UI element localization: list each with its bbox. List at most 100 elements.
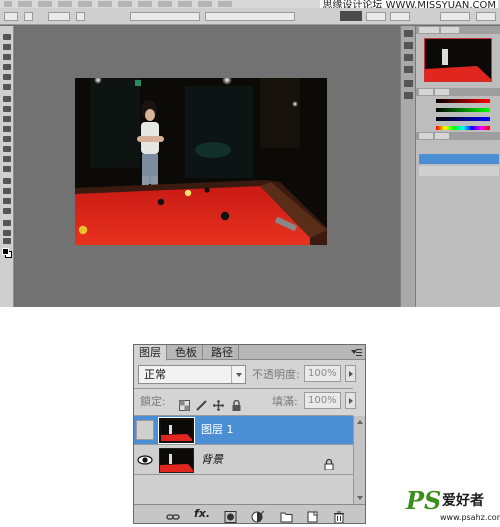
scroll-down-icon[interactable] xyxy=(357,496,363,500)
channels-tab-mini[interactable] xyxy=(435,133,449,139)
eyedropper-tool-icon[interactable] xyxy=(3,84,11,90)
layer-row-layer-1[interactable]: 图层 1 xyxy=(134,416,353,445)
root: 思缘设计论坛 WWW.MISSYUAN.COM 图层 色板 路径 正常 不透明度… xyxy=(0,0,500,527)
background-layer-mini[interactable] xyxy=(419,166,499,176)
layers-tabs-mini xyxy=(416,132,500,140)
distribute-buttons[interactable] xyxy=(205,12,295,21)
eye-icon[interactable] xyxy=(136,450,154,470)
site-watermark: PS 爱好者 www.psahz.com xyxy=(404,487,500,527)
3d-rotate-tool-icon[interactable] xyxy=(3,220,11,226)
group-folder-icon[interactable] xyxy=(280,508,294,523)
blend-mode-value: 正常 xyxy=(144,368,166,381)
fx-icon[interactable]: fx. xyxy=(194,508,214,520)
history-panel-icon[interactable] xyxy=(404,30,413,37)
visibility-toggle-empty[interactable] xyxy=(136,420,154,440)
layers-scrollbar[interactable] xyxy=(353,416,365,504)
mask-icon[interactable] xyxy=(224,508,238,523)
link-icon[interactable] xyxy=(166,508,180,520)
blue-slider[interactable] xyxy=(436,117,490,121)
divider xyxy=(134,388,353,389)
lock-pixels-icon[interactable] xyxy=(196,396,207,411)
trash-icon[interactable] xyxy=(332,508,346,524)
new-layer-icon[interactable] xyxy=(306,508,320,523)
history-brush-icon[interactable] xyxy=(3,126,11,132)
workspace-essentials-button[interactable] xyxy=(340,11,362,21)
navigator-tabs xyxy=(416,26,500,34)
swatches-tab[interactable] xyxy=(435,89,449,95)
hand-tool-icon[interactable] xyxy=(3,230,11,236)
lock-icon xyxy=(324,455,334,471)
green-slider[interactable] xyxy=(436,108,490,112)
tab-paths[interactable]: 路径 xyxy=(206,345,239,360)
layers-list: 图层 1 背景 xyxy=(134,416,353,504)
actions-panel-icon[interactable] xyxy=(404,42,413,49)
blend-mode-select[interactable]: 正常 xyxy=(138,365,246,384)
gradient-tool-icon[interactable] xyxy=(3,146,11,152)
opacity-input[interactable]: 100% xyxy=(304,365,341,382)
crop-tool-icon[interactable] xyxy=(3,74,11,80)
panel-menu-icon[interactable] xyxy=(351,348,362,357)
lock-label: 鎖定: xyxy=(140,395,166,408)
pen-tool-icon[interactable] xyxy=(3,178,11,184)
show-transform-checkbox[interactable] xyxy=(76,12,85,21)
workspace-design-button[interactable] xyxy=(366,12,386,21)
adjustment-icon[interactable] xyxy=(251,508,265,523)
clone-tool-icon[interactable] xyxy=(3,116,11,122)
layer-name[interactable]: 背景 xyxy=(201,453,223,467)
dodge-tool-icon[interactable] xyxy=(3,166,11,172)
navigator-preview[interactable] xyxy=(424,38,492,82)
layer-row-background[interactable]: 背景 xyxy=(134,446,353,475)
chevron-down-icon xyxy=(231,366,245,383)
path-select-tool-icon[interactable] xyxy=(3,198,11,204)
brush-tool-icon[interactable] xyxy=(3,106,11,112)
move-tool-icon[interactable] xyxy=(3,34,11,40)
navigator-thumbnail xyxy=(425,39,491,81)
paragraph-panel-icon[interactable] xyxy=(404,92,413,99)
fill-slider-button[interactable] xyxy=(345,392,356,409)
auto-select-checkbox[interactable] xyxy=(24,12,33,21)
tab-layers[interactable]: 图层 xyxy=(134,345,167,361)
brush-panel-icon[interactable] xyxy=(404,54,413,61)
align-buttons[interactable] xyxy=(130,12,200,21)
window-controls[interactable] xyxy=(476,12,496,21)
histogram-tab[interactable] xyxy=(441,27,459,33)
ps-logo: PS xyxy=(406,486,442,515)
blur-tool-icon[interactable] xyxy=(3,156,11,162)
layers-footer: fx. xyxy=(134,504,365,524)
fill-input[interactable]: 100% xyxy=(304,392,341,409)
marquee-tool-icon[interactable] xyxy=(3,44,11,50)
quick-select-tool-icon[interactable] xyxy=(3,64,11,70)
lock-transparency-icon[interactable] xyxy=(179,396,190,411)
color-tab[interactable] xyxy=(419,89,433,95)
opacity-slider-button[interactable] xyxy=(345,365,356,382)
canvas-image[interactable] xyxy=(75,78,327,245)
eraser-tool-icon[interactable] xyxy=(3,136,11,142)
red-slider[interactable] xyxy=(436,99,490,103)
navigator-tab[interactable] xyxy=(419,27,439,33)
type-tool-icon[interactable] xyxy=(3,188,11,194)
auto-select-dropdown[interactable] xyxy=(48,12,70,21)
zoom-tool-icon[interactable] xyxy=(3,238,11,244)
brand-url: www.psahz.com xyxy=(440,513,500,522)
layers-tab-mini[interactable] xyxy=(419,133,433,139)
lock-all-icon[interactable] xyxy=(231,396,242,411)
color-spectrum[interactable] xyxy=(436,126,490,130)
healing-tool-icon[interactable] xyxy=(3,96,11,102)
scroll-up-icon[interactable] xyxy=(357,420,363,424)
character-panel-icon[interactable] xyxy=(404,80,413,87)
lock-position-icon[interactable] xyxy=(213,396,224,411)
layer-name[interactable]: 图层 1 xyxy=(201,423,234,437)
clone-source-panel-icon[interactable] xyxy=(404,66,413,73)
fill-label: 填滿: xyxy=(272,395,298,408)
shape-tool-icon[interactable] xyxy=(3,208,11,214)
foreground-color-swatch[interactable] xyxy=(2,248,9,255)
billiards-photo xyxy=(75,78,327,245)
workspace-painting-button[interactable] xyxy=(390,12,410,21)
layer-thumbnail xyxy=(159,448,194,473)
layer-1-mini[interactable] xyxy=(419,154,499,164)
lasso-tool-icon[interactable] xyxy=(3,54,11,60)
layer-thumbnail xyxy=(158,417,195,444)
tab-swatches[interactable]: 色板 xyxy=(170,345,203,360)
tool-preset-picker[interactable] xyxy=(4,12,18,21)
cs-live-button[interactable] xyxy=(440,12,470,21)
